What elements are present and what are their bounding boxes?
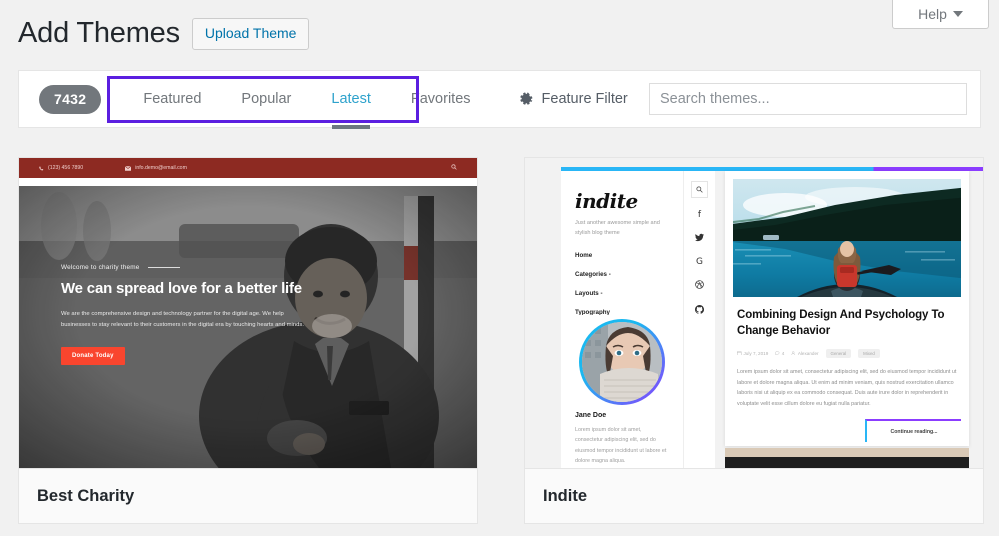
tab-latest[interactable]: Latest [311,71,391,127]
donate-today-button[interactable]: Donate Today [61,347,125,365]
tab-featured[interactable]: Featured [123,71,221,127]
google-plus-icon: G [696,258,703,267]
theme-card-footer: Indite [525,468,983,523]
user-icon [791,351,796,356]
dribbble-icon [695,280,704,292]
facebook-icon: f [698,211,701,220]
search-placeholder: Search themes... [660,91,770,107]
theme-filter-bar: 7432 Featured Popular Latest Favorites F… [18,70,981,128]
feature-filter-label: Feature Filter [542,91,628,107]
theme-card-indite[interactable]: indite Just another awesome simple and s… [524,157,984,524]
preview-topbar: (123) 456 7890 info.demo@email.com [19,158,477,178]
tab-popular[interactable]: Popular [221,71,311,127]
help-label: Help [918,6,947,22]
menu-layouts: Layouts - [575,290,669,297]
post-title: Combining Design And Psychology To Chang… [737,308,957,340]
preview-next-post-image [725,448,969,468]
post-tag-general: General [826,349,852,358]
author-name: Jane Doe [575,412,606,419]
post-hero-photo [733,179,961,297]
preview-tagline: Just another awesome simple and stylish … [575,219,669,238]
page-title: Add Themes [18,19,180,48]
hero-eyebrow: Welcome to charity theme [61,264,306,271]
github-icon [695,305,704,317]
hero-copy: Welcome to charity theme We can spread l… [61,264,306,365]
menu-categories: Categories - [575,271,669,278]
theme-screenshot: indite Just another awesome simple and s… [525,158,983,468]
post-meta: July 7, 2019 4 Alexander General Mixed [737,349,957,358]
calendar-icon [737,351,742,356]
search-themes-input[interactable]: Search themes... [649,83,967,115]
theme-count-badge: 7432 [39,85,101,114]
theme-tabs: Featured Popular Latest Favorites [123,71,490,127]
post-author-item: Alexander [791,351,818,356]
comment-icon [775,351,780,356]
help-button[interactable]: Help [892,0,989,29]
preview-hero: Welcome to charity theme We can spread l… [19,186,477,468]
post-date-item: July 7, 2019 [737,351,768,356]
hero-paragraph: We are the comprehensive design and tech… [61,309,306,331]
upload-theme-button[interactable]: Upload Theme [192,18,310,50]
post-tag-mixed: Mixed [858,349,880,358]
avatar-ring [579,319,665,405]
theme-grid: (123) 456 7890 info.demo@email.com Best … [18,157,984,524]
tab-favorites[interactable]: Favorites [391,71,491,127]
feature-filter-button[interactable]: Feature Filter [519,91,628,107]
chevron-down-icon [953,11,963,17]
author-bio: Lorem ipsum dolor sit amet, consectetur … [575,425,670,466]
theme-name: Best Charity [37,487,134,506]
phone-item: (123) 456 7890 [39,165,83,171]
twitter-icon [695,233,704,245]
phone-icon [39,166,44,171]
envelope-icon [125,166,131,171]
theme-screenshot: (123) 456 7890 info.demo@email.com Best … [19,158,477,468]
post-excerpt: Lorem ipsum dolor sit amet, consectetur … [737,367,957,410]
theme-card-footer: Best Charity [19,468,477,523]
search-icon [451,164,457,172]
preview-logo: indite [575,189,669,213]
preview-menu: Home Categories - Layouts - Typography [575,252,669,316]
preview-social-rail: f G [683,171,715,468]
page-header: Add Themes Upload Theme [18,18,309,50]
avatar [582,322,662,402]
hero-headline: We can spread love for a better life [61,279,306,299]
gear-icon [519,92,534,107]
menu-home: Home [575,252,669,259]
search-icon [691,181,708,198]
continue-reading-button[interactable]: Continue reading... [865,419,961,442]
theme-card-best-charity[interactable]: (123) 456 7890 info.demo@email.com Best … [18,157,478,524]
eyebrow-rule [148,267,180,268]
post-comments-item: 4 [775,351,784,356]
preview-post-card: Combining Design And Psychology To Chang… [725,171,969,446]
theme-name: Indite [543,487,587,506]
preview-author-widget: Jane Doe Lorem ipsum dolor sit amet, con… [561,315,683,468]
email-item: info.demo@email.com [125,165,187,171]
